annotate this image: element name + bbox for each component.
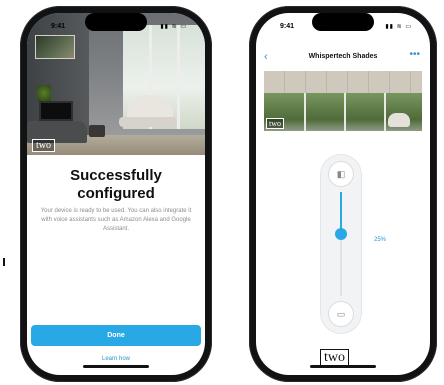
dynamic-island <box>85 13 147 31</box>
brand-logo: two <box>32 139 55 152</box>
edge-mark <box>3 258 5 266</box>
status-icons: ▮▮ ≋ ▭ <box>160 24 187 30</box>
brand-logo: two <box>266 118 284 129</box>
home-indicator <box>310 365 376 368</box>
slider-value: 25% <box>374 237 387 243</box>
phone-right: 9:41 ▮▮ ≋ ▭ ‹ Whispertech Shades ••• two… <box>249 6 437 382</box>
status-icons: ▮▮ ≋ ▭ <box>385 24 412 30</box>
shade-open-icon[interactable]: ◧ <box>329 162 353 186</box>
fireplace <box>39 101 73 121</box>
dynamic-island <box>312 13 374 31</box>
nav-title: Whispertech Shades <box>308 53 378 60</box>
home-indicator <box>83 365 149 368</box>
phone-left: 9:41 ▮▮ ≋ ▭ two Successfully configured … <box>20 6 212 382</box>
shade-position-slider[interactable]: ◧ ▭ <box>320 154 362 334</box>
page-title: Successfully configured <box>70 167 162 202</box>
left-screen: 9:41 ▮▮ ≋ ▭ two Successfully configured … <box>27 13 205 375</box>
success-description: Your device is ready to be used. You can… <box>40 208 192 232</box>
shade-fabric <box>264 71 422 93</box>
done-button[interactable]: Done <box>31 325 201 346</box>
learn-how-link[interactable]: Learn how <box>27 356 205 362</box>
right-screen: 9:41 ▮▮ ≋ ▭ ‹ Whispertech Shades ••• two… <box>256 13 430 375</box>
more-icon[interactable]: ••• <box>409 49 420 60</box>
status-time: 9:41 <box>51 23 66 30</box>
armchair <box>388 113 410 127</box>
slider-knob[interactable] <box>335 228 347 240</box>
shades-photo: two <box>264 71 422 131</box>
status-time: 9:41 <box>280 23 295 30</box>
shade-closed-icon[interactable]: ▭ <box>329 302 353 326</box>
